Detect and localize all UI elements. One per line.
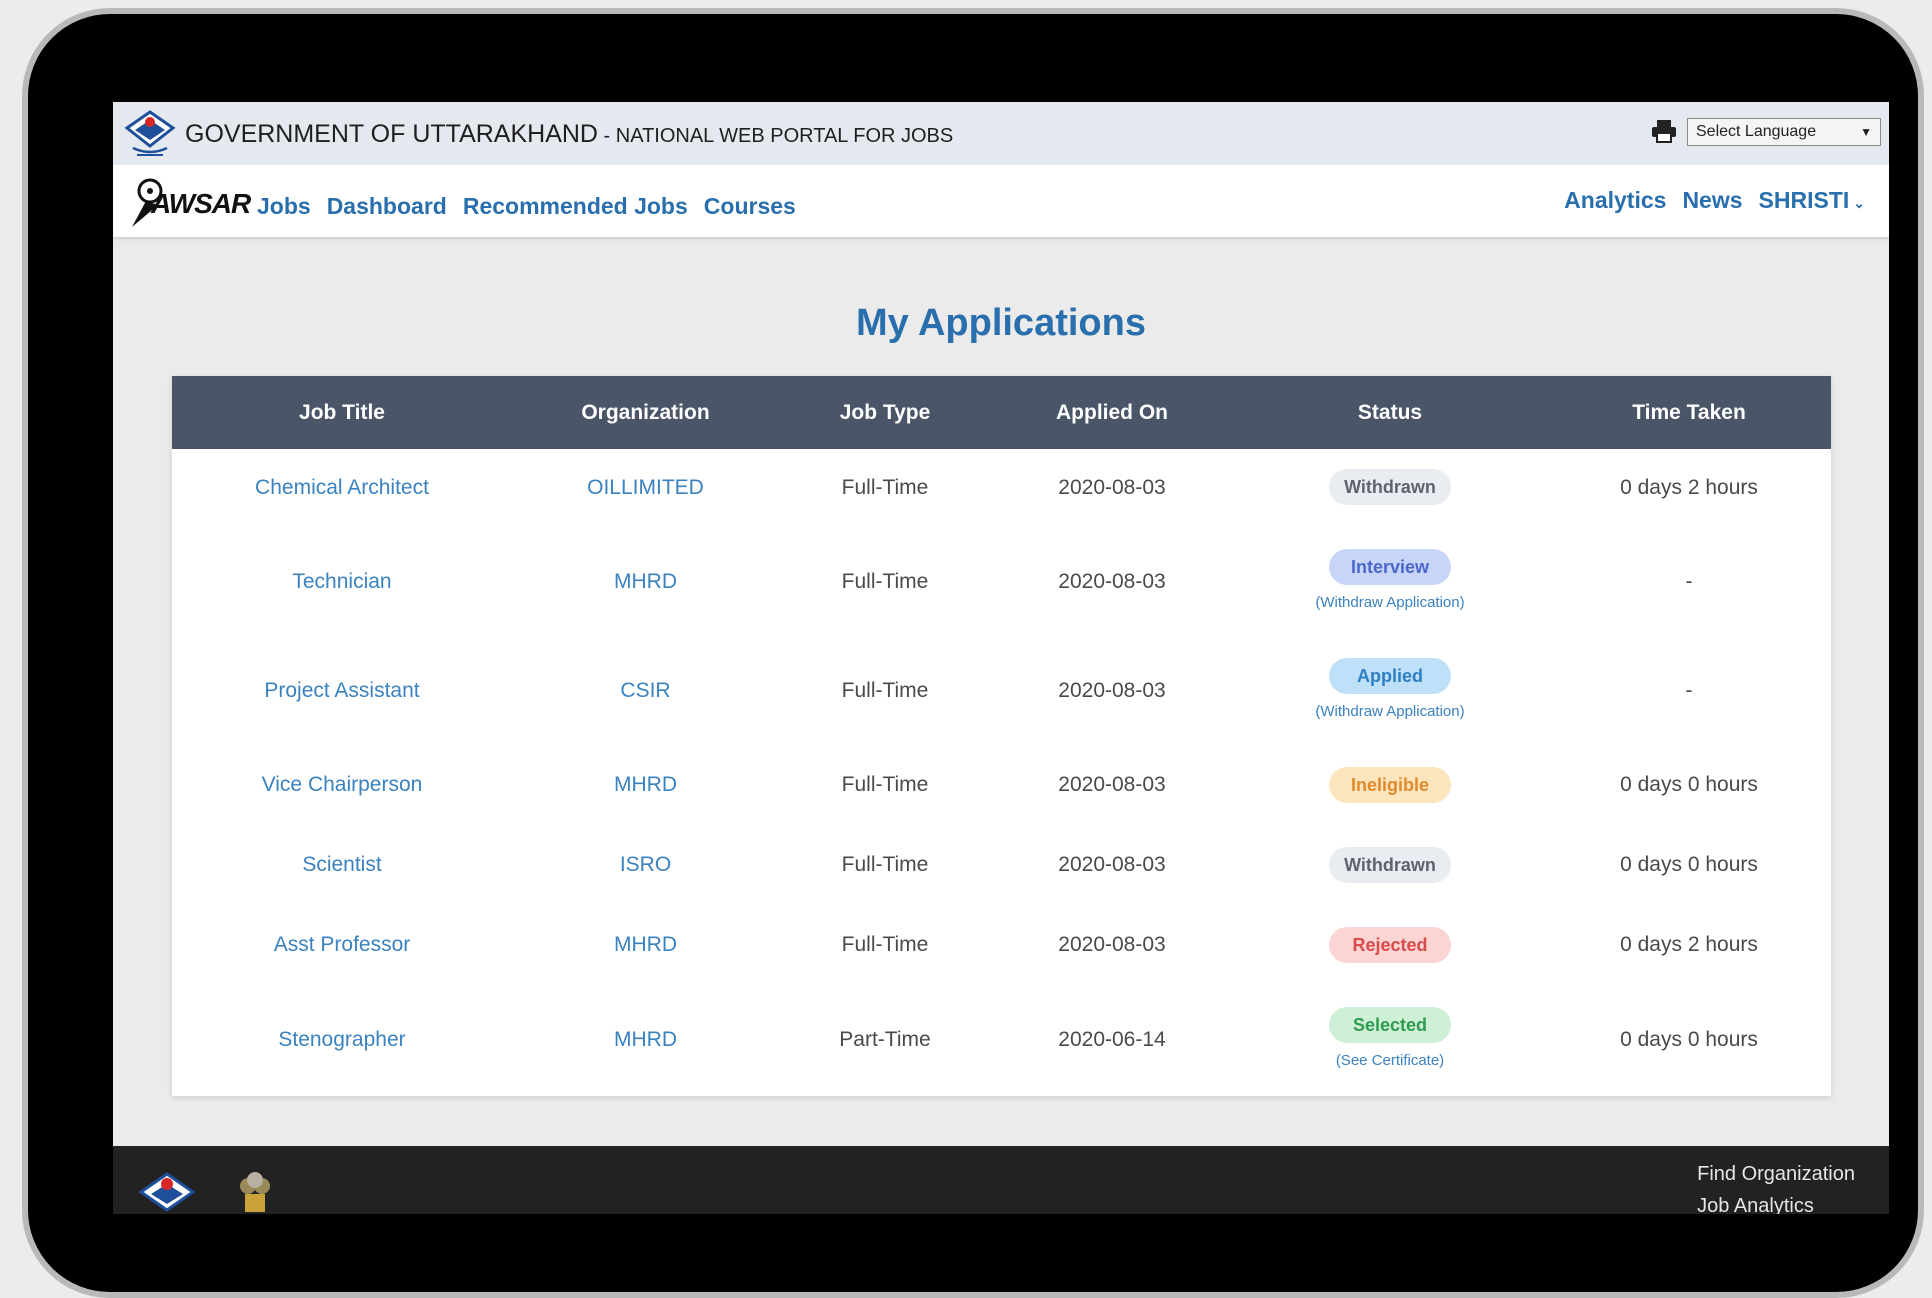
organization-link[interactable]: ISRO <box>512 853 779 877</box>
chevron-down-icon: ⌄ <box>1853 195 1865 211</box>
applied-on: 2020-08-03 <box>1058 933 1166 956</box>
organization-link[interactable]: MHRD <box>512 933 779 957</box>
job-type: Full-Time <box>841 853 929 876</box>
header-organization: Organization <box>581 401 710 424</box>
government-title: GOVERNMENT OF UTTARAKHAND - NATIONAL WEB… <box>185 120 953 149</box>
footer-link-job-analytics[interactable]: Job Analytics <box>1697 1190 1855 1214</box>
status-badge: Rejected <box>1329 927 1451 963</box>
job-title-link[interactable]: Chemical Architect <box>172 476 512 500</box>
printer-icon[interactable] <box>1651 118 1677 144</box>
logo-text: AWSAR <box>151 188 251 219</box>
status-badge: Applied <box>1329 658 1451 694</box>
see-certificate-link[interactable]: (See Certificate) <box>1290 1052 1490 1069</box>
applied-on: 2020-06-14 <box>1058 1028 1166 1051</box>
organization-link[interactable]: OILLIMITED <box>512 476 779 500</box>
nav-link-jobs[interactable]: Jobs <box>257 193 311 220</box>
nav-left-links: Jobs Dashboard Recommended Jobs Courses <box>257 193 796 220</box>
time-taken: 0 days 0 hours <box>1620 773 1758 796</box>
user-menu[interactable]: SHRISTI ⌄ <box>1759 187 1865 214</box>
main-navbar: AWSAR Jobs Dashboard Recommended Jobs Co… <box>113 165 1889 237</box>
language-select-value: Select Language <box>1696 123 1817 140</box>
withdraw-application-link[interactable]: (Withdraw Application) <box>1290 594 1490 611</box>
nav-right-links: Analytics News SHRISTI ⌄ <box>1564 187 1865 214</box>
header-time-taken: Time Taken <box>1632 401 1746 424</box>
time-taken: 0 days 0 hours <box>1620 853 1758 876</box>
footer-links: Find Organization Job Analytics <box>1697 1158 1855 1214</box>
language-select[interactable]: Select Language ▼ <box>1687 118 1881 146</box>
page-title: My Applications <box>856 302 1146 344</box>
job-type: Full-Time <box>841 570 929 593</box>
nav-link-news[interactable]: News <box>1682 187 1742 214</box>
uttarakhand-emblem-icon <box>138 1172 196 1212</box>
applied-on: 2020-08-03 <box>1058 679 1166 702</box>
time-taken: - <box>1685 570 1693 593</box>
job-type: Part-Time <box>839 1028 931 1051</box>
gov-title-sub: - NATIONAL WEB PORTAL FOR JOBS <box>598 125 954 147</box>
job-type: Full-Time <box>841 476 929 499</box>
nav-link-recommended-jobs[interactable]: Recommended Jobs <box>463 193 688 220</box>
job-title-link[interactable]: Scientist <box>172 853 512 877</box>
status-badge: Withdrawn <box>1329 469 1451 505</box>
status-badge: Ineligible <box>1329 767 1451 803</box>
organization-link[interactable]: MHRD <box>512 1028 779 1052</box>
time-taken: 0 days 2 hours <box>1620 933 1758 956</box>
header-job-title: Job Title <box>299 401 385 424</box>
header-status: Status <box>1357 401 1423 424</box>
table-header: Job Title Organization Job Type Applied … <box>172 376 1831 449</box>
gov-title-main: GOVERNMENT OF UTTARAKHAND <box>185 120 598 148</box>
organization-link[interactable]: MHRD <box>512 570 779 594</box>
applications-table: Job Title Organization Job Type Applied … <box>172 376 1831 1096</box>
job-type: Full-Time <box>841 679 929 702</box>
user-name: SHRISTI <box>1758 187 1850 213</box>
job-title-link[interactable]: Stenographer <box>172 1028 512 1052</box>
applied-on: 2020-08-03 <box>1058 570 1166 593</box>
job-type: Full-Time <box>841 933 929 956</box>
nav-link-dashboard[interactable]: Dashboard <box>327 193 447 220</box>
job-title-link[interactable]: Vice Chairperson <box>172 773 512 797</box>
job-title-link[interactable]: Technician <box>172 570 512 594</box>
organization-link[interactable]: MHRD <box>512 773 779 797</box>
applied-on: 2020-08-03 <box>1058 476 1166 499</box>
time-taken: - <box>1685 679 1693 702</box>
footer-link-find-organization[interactable]: Find Organization <box>1697 1158 1855 1190</box>
status-badge: Withdrawn <box>1329 847 1451 883</box>
job-title-link[interactable]: Project Assistant <box>172 679 512 703</box>
header-job-type: Job Type <box>839 401 931 424</box>
footer: Find Organization Job Analytics <box>113 1146 1889 1214</box>
job-type: Full-Time <box>841 773 929 796</box>
applied-on: 2020-08-03 <box>1058 853 1166 876</box>
status-badge: Interview <box>1329 549 1451 585</box>
status-badge: Selected <box>1329 1007 1451 1043</box>
applied-on: 2020-08-03 <box>1058 773 1166 796</box>
job-title-link[interactable]: Asst Professor <box>172 933 512 957</box>
chevron-down-icon: ▼ <box>1860 125 1872 139</box>
uttarakhand-emblem-icon <box>124 110 176 156</box>
nav-link-analytics[interactable]: Analytics <box>1564 187 1666 214</box>
government-bar: GOVERNMENT OF UTTARAKHAND - NATIONAL WEB… <box>113 102 1889 165</box>
organization-link[interactable]: CSIR <box>512 679 779 703</box>
header-applied-on: Applied On <box>1056 401 1168 424</box>
time-taken: 0 days 0 hours <box>1620 1028 1758 1051</box>
time-taken: 0 days 2 hours <box>1620 476 1758 499</box>
nav-link-courses[interactable]: Courses <box>704 193 796 220</box>
tablet-frame: GOVERNMENT OF UTTARAKHAND - NATIONAL WEB… <box>22 8 1924 1298</box>
national-emblem-icon <box>240 1172 270 1212</box>
withdraw-application-link[interactable]: (Withdraw Application) <box>1290 703 1490 720</box>
browser-screen: GOVERNMENT OF UTTARAKHAND - NATIONAL WEB… <box>113 102 1889 1214</box>
